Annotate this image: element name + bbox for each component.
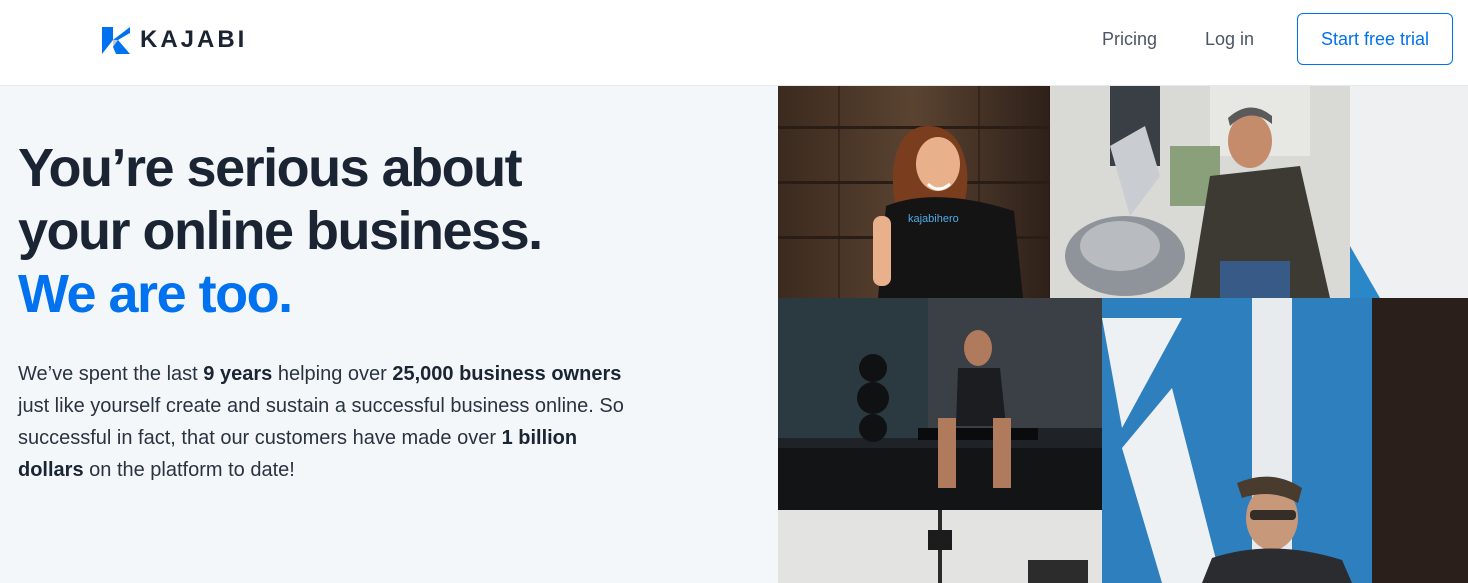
body-bold-years: 9 years bbox=[203, 363, 273, 385]
office-corner-photo bbox=[1350, 86, 1468, 298]
studio-light-photo bbox=[778, 510, 1102, 583]
hero-headline: You’re serious about your online busines… bbox=[18, 137, 543, 326]
shirt-logo-text: kajabihero bbox=[908, 213, 959, 225]
nav-login-link[interactable]: Log in bbox=[1205, 29, 1254, 50]
body-text-1: We’ve spent the last bbox=[18, 363, 204, 385]
top-navigation: KAJABI Pricing Log in Start free trial bbox=[0, 0, 1468, 86]
kajabi-logo[interactable]: KAJABI bbox=[102, 26, 247, 54]
headline-accent: We are too. bbox=[18, 264, 293, 324]
nav-pricing-link[interactable]: Pricing bbox=[1102, 29, 1157, 50]
body-bold-owners: 25,000 business owners bbox=[392, 363, 622, 385]
man-with-glasses-photo bbox=[1102, 298, 1468, 583]
start-free-trial-button[interactable]: Start free trial bbox=[1297, 13, 1453, 65]
body-text-2: helping over bbox=[272, 363, 393, 385]
athlete-on-bench-photo bbox=[778, 298, 1102, 510]
man-on-motorcycle-photo bbox=[1050, 86, 1350, 298]
body-text-4: on the platform to date! bbox=[83, 459, 295, 481]
hero-description: We’ve spent the last 9 years helping ove… bbox=[18, 358, 638, 486]
headline-line-1: You’re serious about bbox=[18, 138, 523, 198]
headline-line-2: your online business. bbox=[18, 201, 543, 261]
woman-smiling-photo: kajabihero bbox=[778, 86, 1050, 298]
customer-photo-collage: kajabihero bbox=[778, 86, 1468, 583]
brand-name: KAJABI bbox=[140, 26, 248, 53]
kajabi-k-icon bbox=[102, 26, 130, 54]
